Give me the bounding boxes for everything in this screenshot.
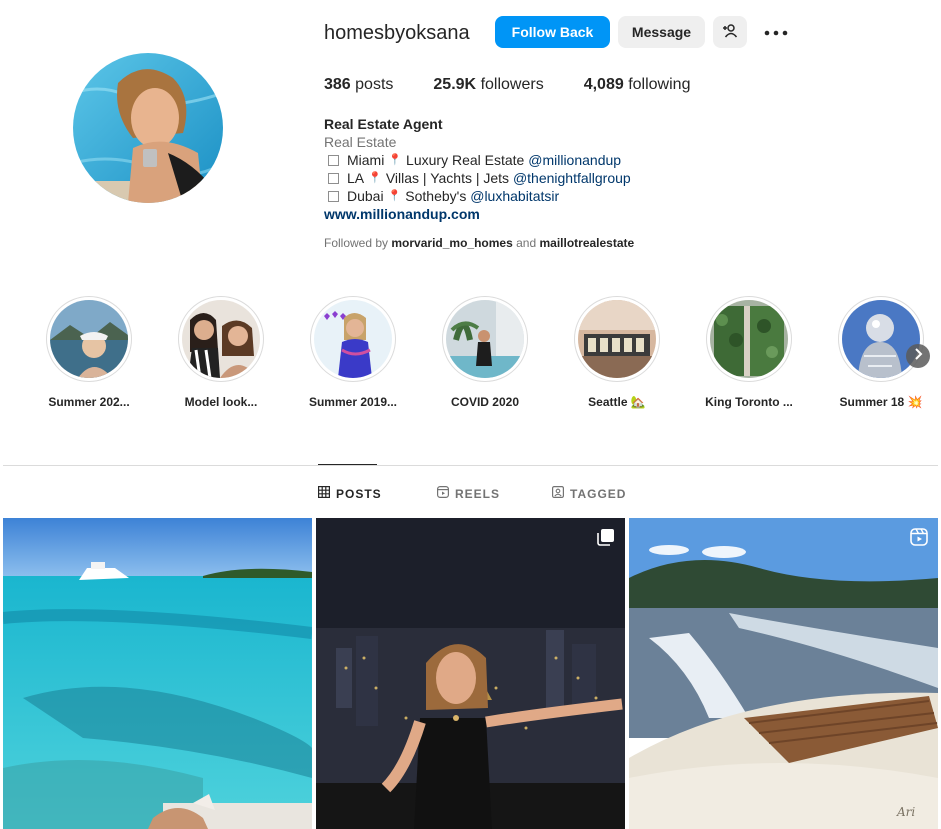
bio-mention-link[interactable]: @thenightfallgroup	[513, 169, 631, 187]
followers-label: followers	[480, 76, 544, 93]
more-horizontal-icon	[764, 23, 788, 41]
bio-text: Villas | Yachts | Jets	[385, 170, 510, 186]
highlight-label: Summer 2019...	[308, 395, 398, 409]
bio-line: LA 📍 Villas | Yachts | Jets @thenightfal…	[324, 169, 744, 187]
followed-by-prefix: Followed by	[324, 236, 389, 250]
post-thumbnail[interactable]	[316, 518, 625, 829]
add-user-icon	[722, 23, 738, 42]
story-highlight[interactable]: Summer 2019...	[303, 296, 403, 409]
highlight-ring	[46, 296, 132, 382]
svg-text:Ari: Ari	[896, 805, 915, 819]
bio-line: Dubai 📍 Sotheby's @luxhabitatsir	[324, 187, 744, 205]
chevron-right-icon	[913, 347, 923, 365]
bio-category: Real Estate	[324, 134, 397, 150]
placeholder-glyph-icon	[328, 154, 339, 166]
highlight-label: COVID 2020	[450, 395, 520, 409]
highlight-ring	[178, 296, 264, 382]
story-highlight[interactable]: King Toronto ...	[699, 296, 799, 409]
pin-icon: 📍	[388, 154, 403, 166]
tab-label: TAGGED	[570, 486, 627, 501]
bio-text: Luxury Real Estate	[406, 152, 525, 168]
bio-place: LA	[347, 170, 365, 186]
tab-label: REELS	[455, 486, 501, 501]
story-highlight[interactable]: Model look...	[171, 296, 271, 409]
highlight-ring	[574, 296, 660, 382]
highlight-cover	[446, 300, 524, 378]
highlight-label: Summer 202...	[48, 395, 130, 409]
story-highlight[interactable]: Seattle 🏡	[567, 296, 667, 409]
highlight-cover	[50, 300, 128, 378]
following-stat[interactable]: 4,089 following	[584, 76, 691, 94]
grid-icon	[318, 486, 336, 501]
tab-label: POSTS	[336, 486, 382, 501]
bio-place: Miami	[347, 152, 385, 168]
bio-place: Dubai	[347, 188, 384, 204]
more-options-button[interactable]	[760, 18, 792, 46]
reel-icon	[910, 528, 928, 546]
tagged-icon	[552, 486, 570, 501]
highlight-cover	[182, 300, 260, 378]
posts-label: posts	[355, 76, 394, 93]
highlight-label: Model look...	[184, 395, 258, 409]
active-tab-indicator	[318, 464, 377, 465]
pin-icon: 📍	[387, 190, 402, 202]
followed-by-user: maillotrealestate	[539, 236, 635, 250]
carousel-icon	[597, 528, 615, 546]
bio-mention-link[interactable]: @millionandup	[528, 151, 621, 169]
story-highlight[interactable]: COVID 2020	[435, 296, 535, 409]
post-thumbnail[interactable]: Ari	[629, 518, 938, 829]
bio-text: Sotheby's	[405, 188, 467, 204]
profile-bio: Real Estate Agent Real Estate Miami 📍 Lu…	[324, 115, 744, 223]
highlight-label: Seattle 🏡	[588, 395, 646, 409]
tab-reels[interactable]: REELS	[437, 486, 500, 501]
message-button[interactable]: Message	[618, 16, 705, 48]
following-label: following	[628, 76, 691, 93]
highlight-ring	[442, 296, 528, 382]
highlight-label: Summer 18 💥	[839, 395, 923, 409]
highlight-cover	[842, 300, 920, 378]
bio-website-link[interactable]: www.millionandup.com	[324, 205, 744, 223]
story-highlight[interactable]: Summer 202...	[39, 296, 139, 409]
pin-icon: 📍	[368, 172, 382, 184]
profile-avatar[interactable]	[73, 53, 223, 203]
tab-posts[interactable]: POSTS	[318, 486, 382, 501]
suggested-users-button[interactable]	[713, 16, 747, 48]
post-thumbnail[interactable]	[3, 518, 312, 829]
highlight-cover	[710, 300, 788, 378]
highlights-next-button[interactable]	[906, 344, 930, 368]
bio-line: Miami 📍 Luxury Real Estate @millionandup	[324, 151, 744, 169]
followers-stat[interactable]: 25.9K followers	[433, 76, 543, 94]
highlight-cover	[314, 300, 392, 378]
placeholder-glyph-icon	[328, 172, 339, 184]
posts-count: 386	[324, 76, 351, 93]
profile-stats: 386 posts 25.9K followers 4,089 followin…	[324, 76, 730, 94]
followed-by-joiner: and	[516, 236, 537, 250]
profile-username: homesbyoksana	[324, 22, 470, 44]
follow-back-button[interactable]: Follow Back	[495, 16, 610, 48]
highlight-ring	[310, 296, 396, 382]
bio-name: Real Estate Agent	[324, 116, 443, 132]
followed-by-user: morvarid_mo_homes	[391, 236, 513, 250]
highlight-cover	[578, 300, 656, 378]
followers-count: 25.9K	[433, 76, 477, 93]
bio-mention-link[interactable]: @luxhabitatsir	[470, 187, 559, 205]
reels-icon	[437, 486, 455, 501]
highlight-label: King Toronto ...	[705, 395, 793, 409]
following-count: 4,089	[583, 76, 624, 93]
followed-by[interactable]: Followed by morvarid_mo_homes and maillo…	[324, 236, 634, 250]
tab-tagged[interactable]: TAGGED	[552, 486, 626, 501]
highlight-ring	[838, 296, 924, 382]
placeholder-glyph-icon	[328, 190, 339, 202]
highlight-ring	[706, 296, 792, 382]
tabs-divider	[3, 465, 938, 466]
posts-stat: 386 posts	[324, 76, 393, 94]
